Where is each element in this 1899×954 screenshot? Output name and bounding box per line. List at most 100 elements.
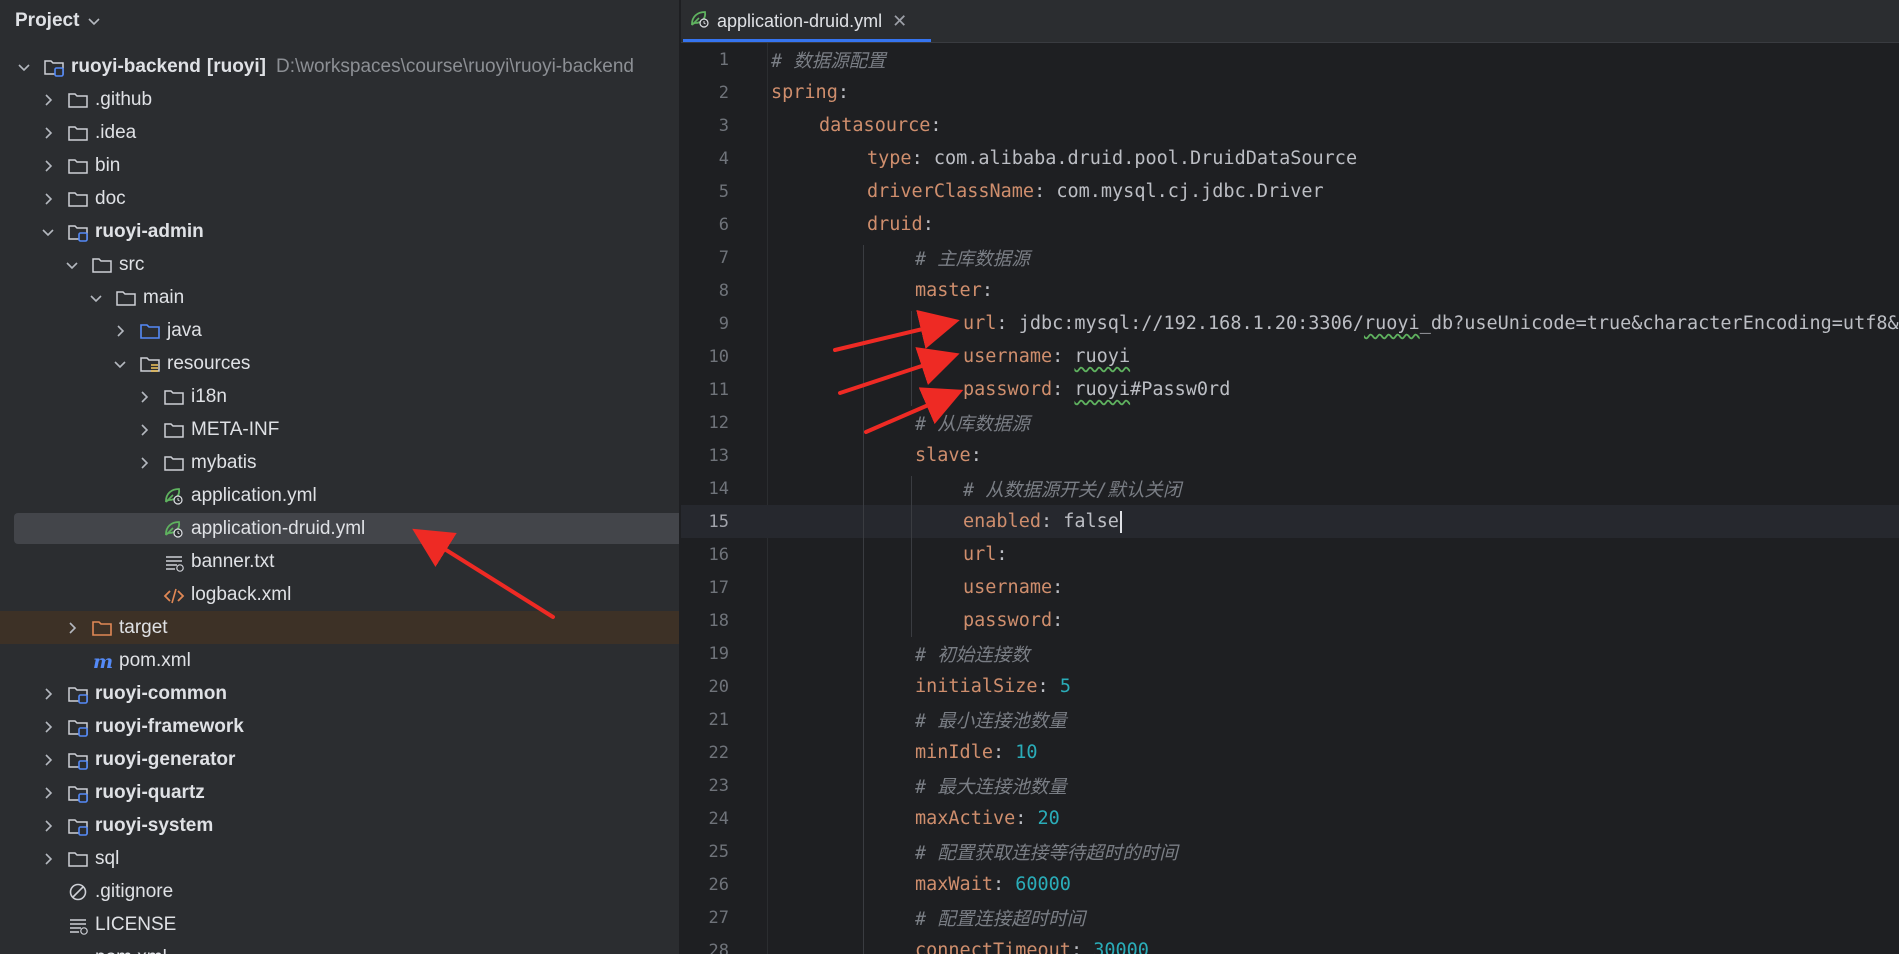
code-line[interactable]: 6 druid: [681,208,1899,241]
code-line[interactable]: 3 datasource: [681,109,1899,142]
line-number: 19 [708,643,729,664]
chevron-right-icon[interactable] [113,324,127,338]
line-number: 27 [708,907,729,928]
tree-node[interactable]: logback.xml [0,578,679,611]
line-number: 8 [718,280,729,301]
tree-node[interactable]: src [0,248,679,281]
tree-node[interactable]: m pom.xml [0,941,679,954]
tree-node[interactable]: resources [0,347,679,380]
project-view-selector[interactable]: Project [15,8,101,34]
tree-node-label: LICENSE [95,913,177,935]
line-number: 25 [708,841,729,862]
code-line[interactable]: 2 spring: [681,76,1899,109]
yaml-comment: # 数据源配置 [771,50,886,72]
folder-icon [115,288,137,308]
tree-node[interactable]: ruoyi-common [0,677,679,710]
source-folder-icon [139,321,161,341]
close-icon[interactable]: ✕ [892,11,907,32]
chevron-right-icon[interactable] [41,126,55,140]
tree-node[interactable]: application-druid.yml [0,512,679,545]
tree-node[interactable]: mybatis [0,446,679,479]
tree-node-label: java [167,319,202,341]
tree-node[interactable]: main [0,281,679,314]
line-number: 14 [708,478,729,499]
tree-node[interactable]: ruoyi-backend [ruoyi] D:\workspaces\course… [0,50,679,83]
yaml-punct: : [970,445,982,466]
chevron-down-icon[interactable] [89,291,103,305]
chevron-right-icon[interactable] [137,423,151,437]
yaml-key: maxWait [915,874,993,895]
yaml-key: minIdle [915,742,993,763]
resources-folder-icon [139,354,161,374]
project-title: Project [15,10,80,31]
folder-icon [67,849,89,869]
code-editor[interactable]: 1 # 数据源配置 2 spring: 3 datasource: 4 type: com.a… [681,43,1899,954]
chevron-right-icon[interactable] [41,687,55,701]
tree-node[interactable]: META-INF [0,413,679,446]
yaml-value: com.alibaba.druid.pool.DruidDataSource [933,148,1358,169]
yaml-punct: : [911,148,934,169]
text-file-icon [67,915,89,935]
chevron-right-icon[interactable] [137,390,151,404]
tree-node[interactable]: ruoyi-system [0,809,679,842]
code-line[interactable]: 5 driverClassName: com.mysql.cj.jdbc.Driv… [681,175,1899,208]
yaml-key: spring [771,82,838,103]
chevron-down-icon[interactable] [17,60,31,74]
chevron-right-icon[interactable] [41,192,55,206]
tree-node-label: target [119,616,168,638]
yaml-value: jdbc:mysql://192.168.1.20:3306/ [1018,313,1364,334]
tree-node[interactable]: m pom.xml [0,644,679,677]
yaml-key: enabled [963,510,1041,532]
yaml-key: connectTimeout [915,940,1071,954]
tree-node[interactable]: i18n [0,380,679,413]
tree-node[interactable]: ruoyi-framework [0,710,679,743]
chevron-right-icon[interactable] [41,852,55,866]
tree-node[interactable]: bin [0,149,679,182]
chevron-right-icon[interactable] [137,456,151,470]
line-content: password: ruoyi#Passw0rd [963,379,1230,400]
yaml-key: maxActive [915,808,1016,829]
module-folder-icon [67,684,89,704]
tree-node[interactable]: .gitignore [0,875,679,908]
line-number: 28 [708,940,729,954]
code-line[interactable]: 4 type: com.alibaba.druid.pool.DruidDataS… [681,142,1899,175]
chevron-right-icon[interactable] [41,786,55,800]
line-number: 12 [708,412,729,433]
tree-node-label: banner.txt [191,550,275,572]
yaml-value: false [1063,510,1119,532]
tree-node[interactable]: target [0,611,679,644]
tab-label: application-druid.yml [717,10,883,31]
module-folder-icon [67,783,89,803]
tree-node[interactable]: doc [0,182,679,215]
tree-node[interactable]: LICENSE [0,908,679,941]
line-number: 16 [708,544,729,565]
chevron-right-icon[interactable] [41,159,55,173]
yaml-punct: : [1052,379,1075,400]
text-caret [1119,510,1122,533]
tree-node[interactable]: banner.txt [0,545,679,578]
tree-node[interactable]: .idea [0,116,679,149]
tree-node[interactable]: java [0,314,679,347]
line-content: # 数据源配置 [771,47,886,73]
chevron-right-icon[interactable] [41,753,55,767]
yaml-comment: # 初始连接数 [915,644,1030,666]
chevron-down-icon[interactable] [65,258,79,272]
tree-node[interactable]: ruoyi-quartz [0,776,679,809]
tree-node[interactable]: ruoyi-admin [0,215,679,248]
code-line[interactable]: 1 # 数据源配置 [681,43,1899,76]
line-number: 21 [708,709,729,730]
tree-node[interactable]: ruoyi-generator [0,743,679,776]
chevron-right-icon[interactable] [65,621,79,635]
tree-node[interactable]: sql [0,842,679,875]
chevron-right-icon[interactable] [41,720,55,734]
tree-node[interactable]: .github [0,83,679,116]
chevron-right-icon[interactable] [41,819,55,833]
yaml-number: 10 [1015,742,1038,763]
tree-node-label: application-druid.yml [191,517,366,539]
tab-application-druid-yml[interactable]: application-druid.yml ✕ [681,0,939,42]
line-number: 24 [708,808,729,829]
chevron-down-icon[interactable] [41,225,55,239]
chevron-right-icon[interactable] [41,93,55,107]
tree-node[interactable]: application.yml [0,479,679,512]
chevron-down-icon[interactable] [113,357,127,371]
